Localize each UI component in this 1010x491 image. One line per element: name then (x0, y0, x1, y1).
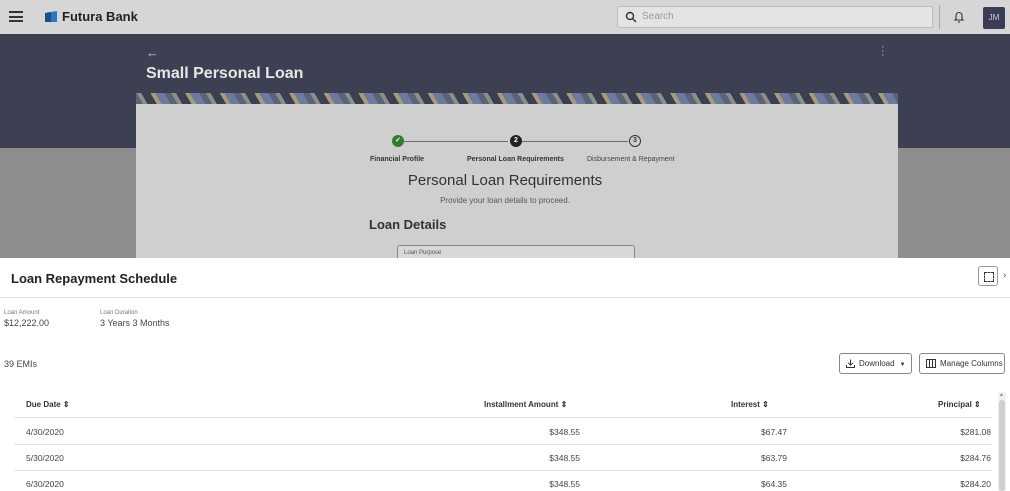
columns-icon (926, 359, 936, 369)
loan-purpose-label: Loan Purpose (404, 250, 442, 256)
drawer-divider (0, 297, 1010, 298)
table-cell-interest: $63.79 (761, 453, 787, 463)
step-1-label: Financial Profile (370, 156, 425, 163)
table-cell-due-date: 6/30/2020 (26, 479, 64, 489)
stepper-connector (404, 141, 508, 142)
step-3-label: Disbursement & Repayment (587, 156, 675, 163)
decorative-pattern-strip (136, 93, 898, 104)
bank-logo-icon (45, 11, 57, 22)
sort-icon[interactable]: ⇕ (561, 400, 568, 409)
step-2-indicator: 2 (510, 135, 522, 147)
column-header-interest[interactable]: Interest ⇕ (731, 400, 769, 409)
loan-amount-label: Loan Amount (4, 310, 40, 316)
search-input[interactable]: Search (642, 11, 674, 22)
step-3-indicator: 3 (629, 135, 641, 147)
table-cell-principal: $284.76 (960, 453, 991, 463)
caret-down-icon: ▼ (899, 362, 906, 368)
page-title: Small Personal Loan (146, 65, 304, 82)
loan-amount-value: $12,222.00 (4, 318, 50, 328)
hamburger-menu-icon[interactable] (9, 11, 23, 22)
scrollbar-thumb[interactable] (999, 400, 1005, 491)
manage-columns-button[interactable]: Manage Columns (919, 353, 1005, 374)
sort-icon[interactable]: ⇕ (974, 400, 981, 409)
column-header-installment-amount[interactable]: Installment Amount ⇕ (484, 400, 567, 409)
divider (939, 5, 940, 29)
sort-icon[interactable]: ⇕ (762, 400, 769, 409)
drawer-title: Loan Repayment Schedule (11, 271, 178, 286)
table-cell-interest: $67.47 (761, 427, 787, 437)
search-box[interactable]: Search (617, 6, 933, 28)
manage-columns-label: Manage Columns (940, 359, 1003, 368)
download-label: Download (859, 359, 895, 368)
table-cell-installment: $348.55 (549, 453, 580, 463)
back-arrow-icon[interactable]: ← (146, 45, 159, 60)
table-cell-installment: $348.55 (549, 479, 580, 489)
repayment-schedule-drawer: Loan Repayment Schedule › Loan Amount $1… (0, 258, 1010, 491)
download-icon (846, 359, 855, 369)
row-divider (14, 417, 992, 418)
table-cell-due-date: 5/30/2020 (26, 453, 64, 463)
step-1-check-icon: ✓ (392, 135, 404, 147)
table-cell-principal: $281.08 (960, 427, 991, 437)
loan-duration-label: Loan Duration (100, 310, 138, 316)
row-divider (14, 470, 992, 471)
section-title: Personal Loan Requirements (407, 172, 603, 189)
download-button[interactable]: Download ▼ (839, 353, 912, 374)
step-2-label: Personal Loan Requirements (467, 156, 564, 163)
kebab-menu-icon[interactable]: · · · (881, 42, 885, 61)
chevron-right-icon[interactable]: › (1003, 270, 1006, 281)
sort-icon[interactable]: ⇕ (63, 400, 70, 409)
search-icon (625, 11, 637, 23)
section-subtitle: Provide your loan details to proceed. (440, 196, 570, 205)
scroll-up-arrow-icon[interactable]: ▲ (999, 392, 1004, 398)
emi-count: 39 EMIs (4, 359, 38, 369)
avatar[interactable]: JM (983, 7, 1005, 29)
stepper-connector (522, 141, 628, 142)
brand-name: Futura Bank (62, 9, 138, 24)
column-header-due-date[interactable]: Due Date ⇕ (26, 400, 70, 409)
table-cell-principal: $284.20 (960, 479, 991, 489)
column-header-principal[interactable]: Principal ⇕ (938, 400, 981, 409)
row-divider (14, 444, 992, 445)
table-cell-due-date: 4/30/2020 (26, 427, 64, 437)
top-bar: Futura Bank Search JM (0, 0, 1010, 34)
loan-duration-value: 3 Years 3 Months (100, 318, 170, 328)
loan-purpose-field[interactable]: Loan Purpose (397, 245, 635, 258)
table-cell-installment: $348.55 (549, 427, 580, 437)
loan-details-heading: Loan Details (369, 217, 447, 232)
notification-bell-icon[interactable] (953, 10, 965, 23)
expand-icon[interactable] (978, 266, 998, 286)
table-cell-interest: $64.35 (761, 479, 787, 489)
